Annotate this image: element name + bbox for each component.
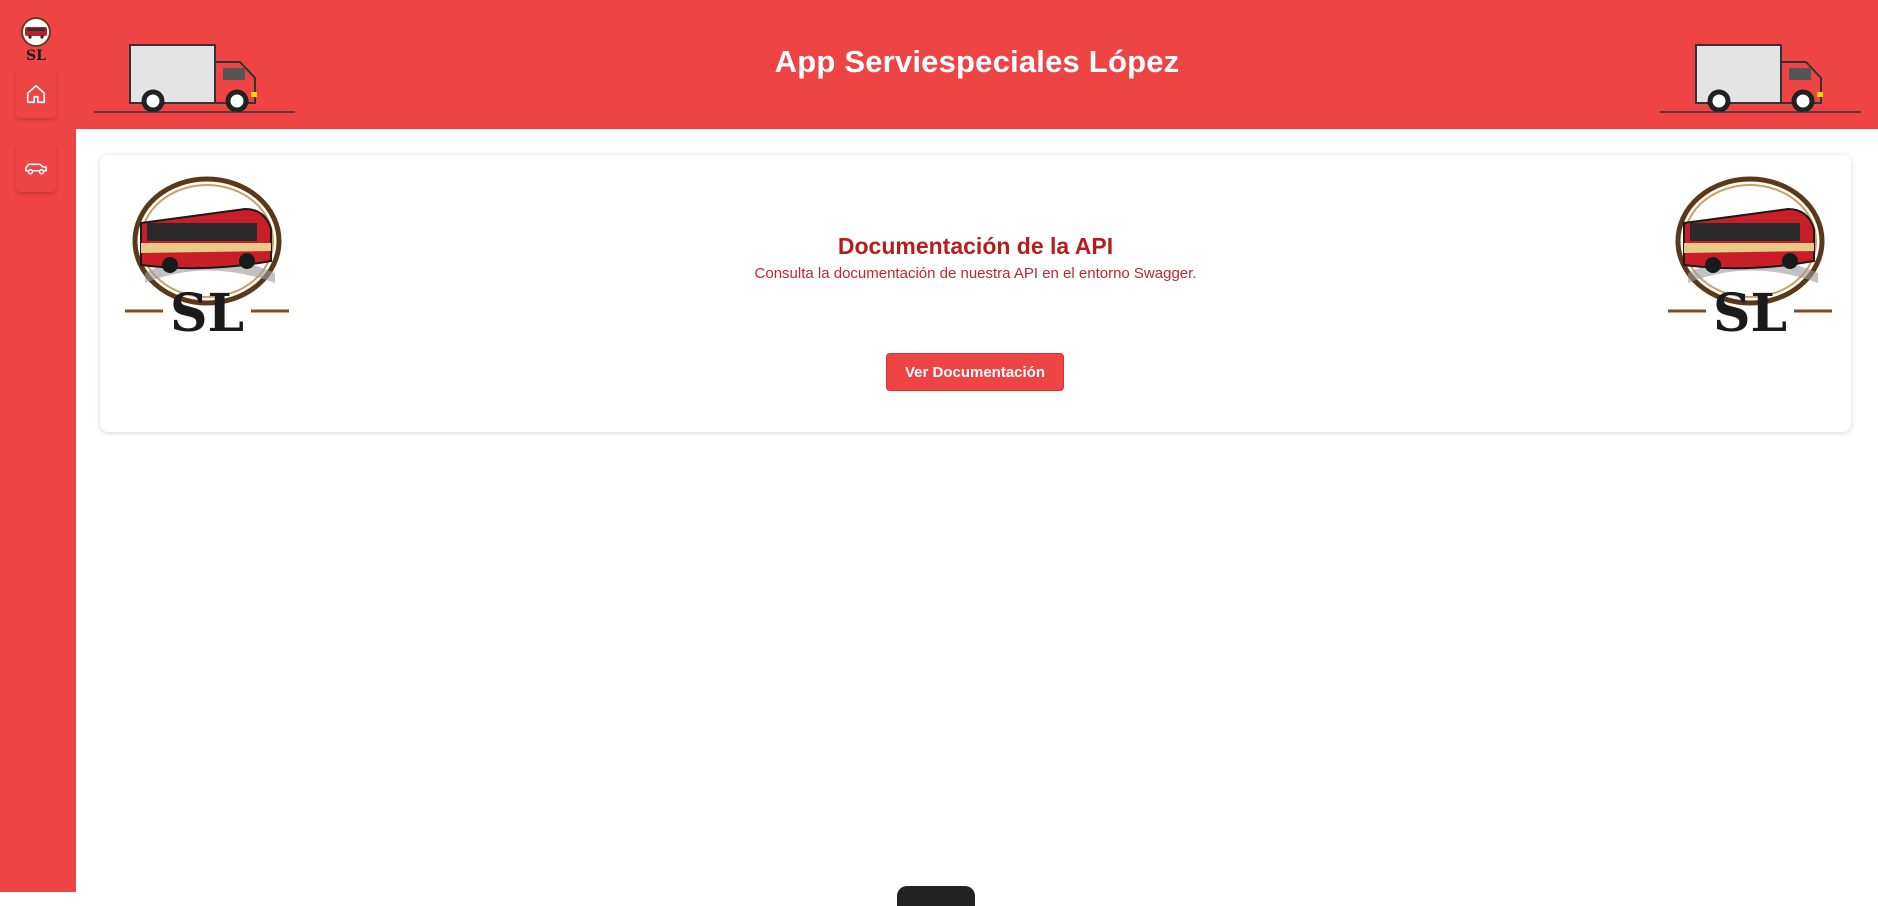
home-icon xyxy=(26,84,46,104)
api-docs-card: SL Documentación de la API Consulta la d… xyxy=(100,155,1851,432)
card-logo-text: SL xyxy=(1713,283,1787,337)
app-logo: SL xyxy=(17,16,55,64)
truck-icon xyxy=(1658,40,1863,120)
sidebar-item-home[interactable] xyxy=(16,70,56,118)
car-icon xyxy=(25,163,47,175)
sidebar-item-vehicles[interactable] xyxy=(16,144,56,192)
card-subtitle: Consulta la documentación de nuestra API… xyxy=(754,265,1197,282)
card-logo-text: SL xyxy=(170,283,244,337)
header-bar: App Serviespeciales López xyxy=(76,0,1878,129)
sidebar: SL xyxy=(0,0,76,892)
card-title: Documentación de la API xyxy=(837,233,1114,259)
view-docs-button[interactable]: Ver Documentación xyxy=(886,353,1064,391)
company-logo: SL xyxy=(1668,173,1832,344)
sidebar-logo-text: SL xyxy=(26,48,46,64)
page-title: App Serviespeciales López xyxy=(774,44,1180,79)
floating-tab-handle[interactable] xyxy=(897,886,975,906)
